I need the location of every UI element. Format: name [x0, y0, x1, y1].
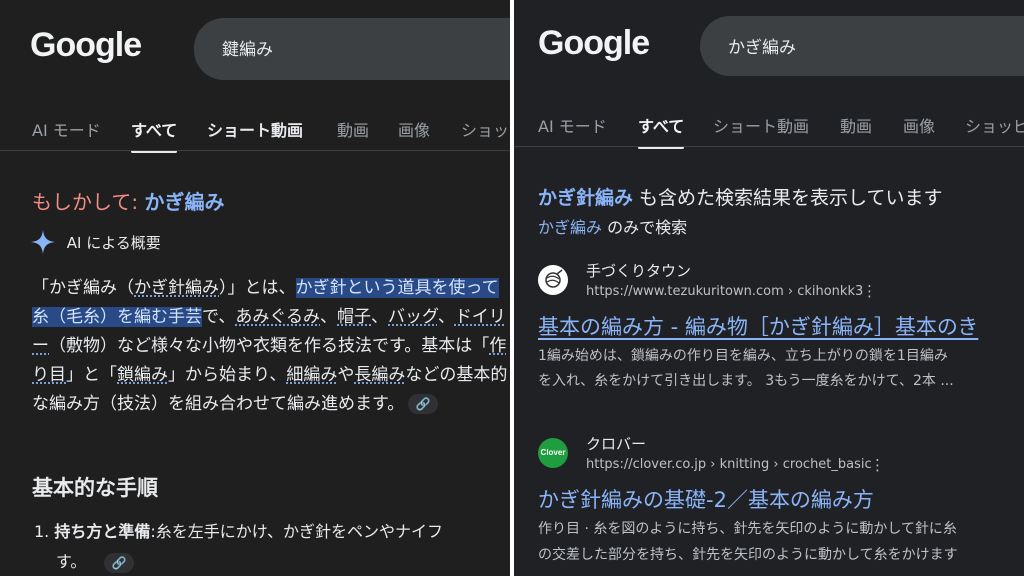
sparkle-icon	[31, 230, 55, 254]
tabs-divider	[0, 150, 510, 151]
google-logo[interactable]: Google	[538, 24, 650, 63]
search-query: 鍵編み	[222, 40, 273, 60]
result-snippet: を入れ、糸をかけて引き出します。 3もう一度糸をかけて、2本 ...	[538, 373, 954, 389]
did-you-mean-label: もしかして:	[32, 190, 139, 214]
overview-text: 、	[320, 307, 337, 327]
clover-favicon: Clover	[538, 438, 568, 468]
step-title: 持ち方と準備	[54, 522, 151, 541]
overview-text: や	[337, 365, 355, 385]
step-number: 1.	[34, 522, 50, 541]
search-input[interactable]: 鍵編み	[194, 18, 510, 80]
overview-text: 、	[371, 307, 388, 327]
step-1: 1. 持ち方と準備:糸を左手にかけ、かぎ針をペンやナイフ	[34, 518, 443, 542]
did-you-mean: もしかして: かぎ編み	[32, 186, 225, 215]
result-snippet: 1編み始めは、鎖編みの作り目を編み、立ち上がりの鎖を1目編み	[538, 348, 948, 364]
overview-link[interactable]: 長編み	[354, 365, 405, 385]
step-1-continued: す。 🔗	[56, 548, 135, 573]
tab-shopping[interactable]: ショッピ	[965, 113, 1024, 137]
overview-text: で、	[202, 307, 236, 327]
link-icon[interactable]: 🔗	[408, 394, 439, 414]
result-snippet: の交差した部分を持ち、針先を矢印のように動かして糸をかけます	[538, 547, 958, 563]
overview-text: 」から始まり、	[168, 365, 287, 385]
overview-link[interactable]: 細編み	[286, 365, 337, 385]
ai-overview-text: 「かぎ編み（かぎ針編み）」とは、かぎ針という道具を使って糸（毛糸）を編む手芸で、…	[32, 274, 510, 419]
result-site-name[interactable]: 手づくりタウン	[586, 260, 691, 281]
step-text: :糸を左手にかけ、かぎ針をペンやナイフ	[150, 522, 443, 541]
did-you-mean-suggestion[interactable]: かぎ編み	[145, 190, 225, 214]
showing-results-for: かぎ針編み も含めた検索結果を表示しています	[538, 183, 943, 210]
right-panel: Google かぎ編み AI モード すべて ショート動画 動画 画像 ショッピ…	[514, 0, 1024, 576]
tab-ai-mode[interactable]: AI モード	[538, 113, 607, 137]
overview-link[interactable]: バッグ	[388, 307, 438, 327]
tab-videos[interactable]: 動画	[840, 113, 872, 137]
result-title[interactable]: かぎ針編みの基礎-2／基本の編み方	[538, 484, 874, 514]
tab-images[interactable]: 画像	[903, 113, 935, 137]
showing-text: も含めた検索結果を表示しています	[633, 187, 943, 209]
corrected-term[interactable]: かぎ針編み	[538, 187, 633, 209]
overview-link[interactable]: かぎ針編み	[134, 278, 219, 298]
google-logo[interactable]: Google	[30, 26, 142, 65]
step-text: す。	[56, 552, 87, 571]
link-icon[interactable]: 🔗	[104, 552, 135, 573]
result-url[interactable]: https://clover.co.jp › knitting › croche…	[586, 457, 872, 472]
tab-videos[interactable]: 動画	[337, 117, 369, 141]
original-term-link[interactable]: かぎ編み	[538, 218, 602, 237]
left-panel: Google 鍵編み AI モード すべて ショート動画 動画 画像 ショッ も…	[0, 0, 510, 576]
search-tabs: AI モード すべて ショート動画 動画 画像 ショッピ	[514, 113, 1024, 149]
result-url[interactable]: https://www.tezukuritown.com › ckihonkk3	[586, 284, 863, 299]
overview-link[interactable]: 帽子	[337, 307, 371, 327]
ai-overview-label: AI による概要	[66, 233, 161, 252]
search-only-text: のみで検索	[602, 218, 688, 237]
search-only-instead: かぎ編み のみで検索	[538, 214, 687, 238]
tab-all[interactable]: すべて	[131, 117, 178, 153]
tab-images[interactable]: 画像	[398, 117, 430, 141]
search-input[interactable]: かぎ編み	[700, 16, 1024, 76]
overview-link[interactable]: あみぐるみ	[235, 307, 320, 327]
tab-short-videos[interactable]: ショート動画	[713, 113, 809, 137]
tab-ai-mode[interactable]: AI モード	[32, 117, 101, 141]
overview-text: 「かぎ編み（	[32, 278, 134, 298]
ai-overview-header: AI による概要	[30, 229, 161, 255]
section-heading: 基本的な手順	[32, 476, 158, 500]
result-snippet: 作り目 · 糸を図のように持ち、針先を矢印のように動かして針に糸	[538, 521, 957, 537]
tab-short-videos[interactable]: ショート動画	[207, 117, 303, 141]
search-tabs: AI モード すべて ショート動画 動画 画像 ショッ	[0, 117, 510, 153]
tab-all[interactable]: すべて	[638, 113, 685, 149]
result-site-name[interactable]: クロバー	[586, 433, 646, 454]
overview-text: （敷物）など様々な小物や衣類を作る技法です。基本は「	[49, 336, 490, 356]
tab-shopping[interactable]: ショッ	[461, 117, 509, 141]
tabs-divider	[514, 146, 1024, 147]
more-options-icon[interactable]: ⋮	[862, 282, 877, 300]
overview-link[interactable]: 鎖編み	[117, 365, 168, 385]
overview-text: 、	[437, 307, 455, 327]
more-options-icon[interactable]: ⋮	[870, 456, 885, 474]
overview-text: ）」とは、	[219, 278, 296, 298]
yarn-ball-icon	[545, 269, 563, 288]
search-query: かぎ編み	[728, 38, 796, 58]
overview-text: 」と「	[66, 365, 117, 385]
tezukuritown-favicon	[538, 265, 568, 295]
result-title[interactable]: 基本の編み方 - 編み物［かぎ針編み］基本のき	[538, 311, 978, 341]
